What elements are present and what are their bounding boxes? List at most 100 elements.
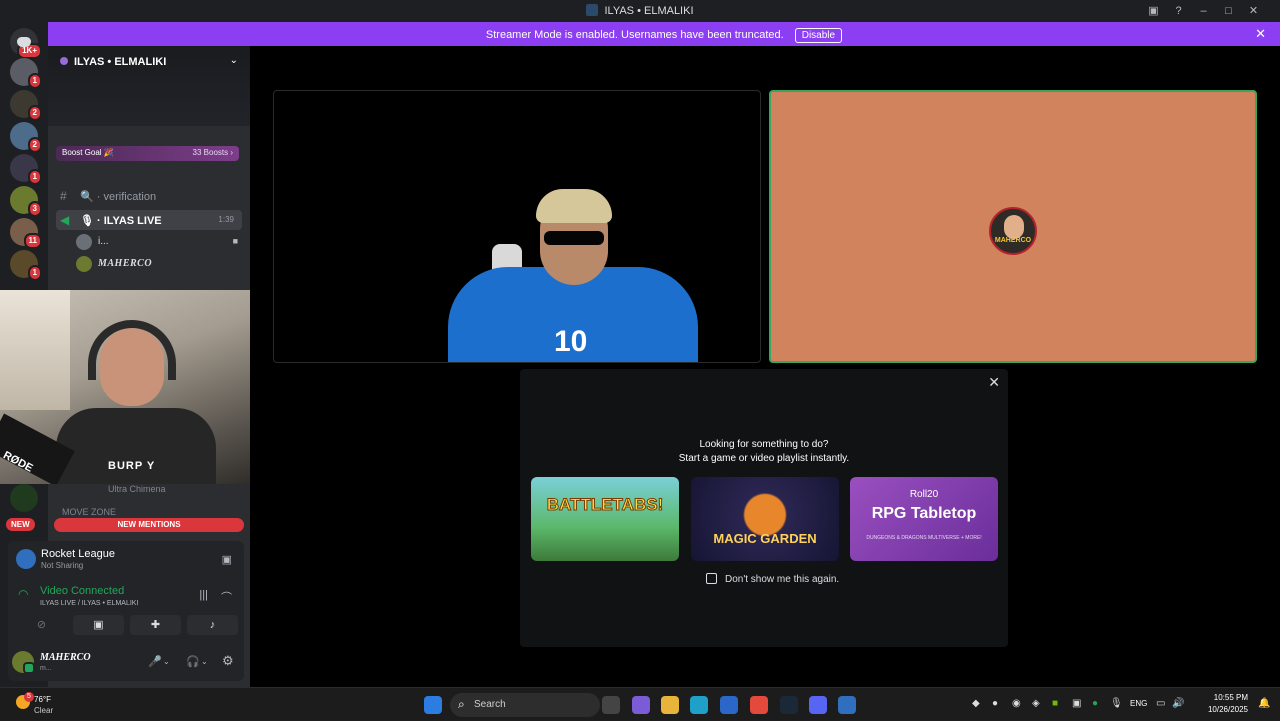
network-icon[interactable]: ▭ [1156,698,1165,709]
chevron-down-icon[interactable]: ⌄ [230,55,238,66]
nvidia-icon[interactable]: ■ [1052,698,1058,709]
server-icon[interactable]: 1 [10,58,42,89]
chevron-down-icon[interactable]: ⌄ [201,657,208,666]
weather-widget[interactable]: 5 76°F Clear [10,692,70,718]
help-icon[interactable]: ? [1166,5,1191,17]
boost-goal-bar[interactable]: Boost Goal 🎉 33 Boosts › [56,146,239,161]
notification-bell-icon[interactable]: 🔔 [1258,698,1270,709]
screen-share-button[interactable]: ▣ [73,615,124,635]
weather-badge: 5 [24,692,34,702]
voice-status: Video Connected [40,585,125,597]
discord-icon[interactable] [809,696,827,714]
avatar: MAHERCO [989,207,1037,255]
chrome-icon[interactable] [750,696,768,714]
camera-icon: ■ [232,236,238,246]
headphones-icon[interactable]: 🎧 [186,655,200,668]
unread-badge: 3 [27,201,42,217]
store-icon[interactable] [720,696,738,714]
tray-icon[interactable]: ◈ [1032,698,1040,709]
server-icon[interactable]: 1 [10,250,42,281]
user-status: m... [40,665,52,672]
disable-streamer-mode-button[interactable]: Disable [794,28,843,43]
channel-label: 🔍 · verification [80,191,157,203]
gear-icon[interactable]: ⚙ [222,653,234,669]
channel-ultra[interactable]: Ultra Chimena [108,484,166,494]
maximize-button[interactable]: □ [1216,5,1241,17]
search-icon: ⌕ [458,697,465,711]
activity-subheading: Start a game or video playlist instantly… [678,453,850,464]
rocket-league-icon[interactable] [838,696,856,714]
user-panel: MAHERCO m... 🎤 ⌄ 🎧 ⌄ ⚙ [12,647,240,677]
close-icon[interactable]: ✕ [988,374,1000,391]
share-screen-icon[interactable]: ▣ [222,553,232,566]
server-icon[interactable]: 3 [10,186,42,217]
channel-label: 🎙 · ILYAS LIVE [80,215,162,227]
video-tile-ilyas[interactable]: 10 [273,90,761,363]
avatar[interactable] [12,651,35,674]
checkbox[interactable] [706,573,717,584]
task-view-icon[interactable] [602,696,620,714]
unread-badge: 11 [23,233,42,249]
discord-home-icon[interactable]: 1K+ [10,28,42,59]
microphone-icon[interactable]: 🎙 [1110,698,1123,709]
dont-show-again[interactable]: Don't show me this again. [706,573,839,585]
unread-badge: 2 [27,105,42,121]
camera-off-button[interactable]: ⊘ [16,615,67,635]
sidebar-lower: Ultra Chimena MOVE ZONE NEW NEW MENTIONS [0,484,250,544]
soundboard-button[interactable]: ♪ [187,615,238,635]
volume-icon[interactable]: 🔊 [1172,698,1184,709]
taskbar-search[interactable]: ⌕ Search [450,693,600,717]
video-tile-maherco[interactable]: MAHERCO [769,90,1257,363]
windows-start-icon[interactable] [424,696,442,714]
category-move-zone[interactable]: MOVE ZONE [62,507,116,517]
server-header[interactable]: ILYAS • ELMALIKI ⌄ [48,46,250,126]
clock-date[interactable]: 10/26/2025 [1192,705,1248,714]
chevron-down-icon[interactable]: ⌄ [163,657,170,666]
activity-card-title: RPG Tabletop [871,505,977,522]
boost-goal-label: Boost Goal 🎉 [62,148,114,157]
tray-icon[interactable]: ▣ [1072,698,1081,709]
search-placeholder: Search [474,699,506,710]
unread-badge: 2 [27,137,42,153]
server-icon[interactable]: 11 [10,218,42,249]
close-window-button[interactable]: ✕ [1241,4,1266,17]
channel-ilyas-live[interactable]: ◀ 🎙 · ILYAS LIVE 1:39 [56,210,242,230]
channel-verification[interactable]: # 🔍 · verification [56,186,242,206]
voice-user[interactable]: MAHERCO [76,254,246,274]
copilot-icon[interactable] [632,696,650,714]
unread-badge: 1 [27,73,42,89]
server-icon[interactable]: 2 [10,90,42,121]
signal-icon[interactable]: ◠ [18,587,28,601]
noise-suppression-icon[interactable]: ||| [199,589,208,601]
voice-user[interactable]: i... ■ [76,232,246,252]
unread-badge: 1K+ [17,43,42,59]
activity-card-magic-garden[interactable]: MAGIC GARDEN [691,477,839,561]
tray-icon[interactable]: ● [992,698,998,709]
disconnect-icon[interactable]: ⌒ [221,589,232,605]
new-pill[interactable]: NEW [6,518,35,531]
tray-icon[interactable]: ◆ [972,698,980,709]
new-mentions-pill[interactable]: NEW MENTIONS [54,518,244,532]
steam-tray-icon[interactable]: ◉ [1012,698,1021,709]
activity-card-rpg-tabletop[interactable]: Roll20 RPG Tabletop DUNGEONS & DRAGONS M… [850,477,998,561]
boost-count: 33 Boosts › [192,148,233,157]
minimize-button[interactable]: – [1191,5,1216,17]
server-icon[interactable]: 1 [10,154,42,185]
tray-icon[interactable]: ● [1092,698,1098,709]
voice-location[interactable]: ILYAS LIVE / ILYAS • ELMALIKI [40,600,138,607]
language-indicator[interactable]: ENG [1130,699,1147,708]
dont-show-label: Don't show me this again. [725,574,840,585]
close-banner-icon[interactable]: ✕ [1255,26,1266,42]
rocket-league-icon [16,549,36,569]
microphone-icon[interactable]: 🎤 [148,655,162,668]
inbox-icon[interactable]: ▣ [1141,4,1166,17]
activities-button[interactable]: ✚ [130,615,181,635]
steam-icon[interactable] [780,696,798,714]
edge-icon[interactable] [690,696,708,714]
live-duration: 1:39 [218,215,234,224]
server-icon[interactable]: 2 [10,122,42,153]
background-shelf [0,290,70,410]
activity-card-battletabs[interactable]: BATTLETABS! [531,477,679,561]
clock-time[interactable]: 10:55 PM [1198,693,1248,702]
file-explorer-icon[interactable] [661,696,679,714]
